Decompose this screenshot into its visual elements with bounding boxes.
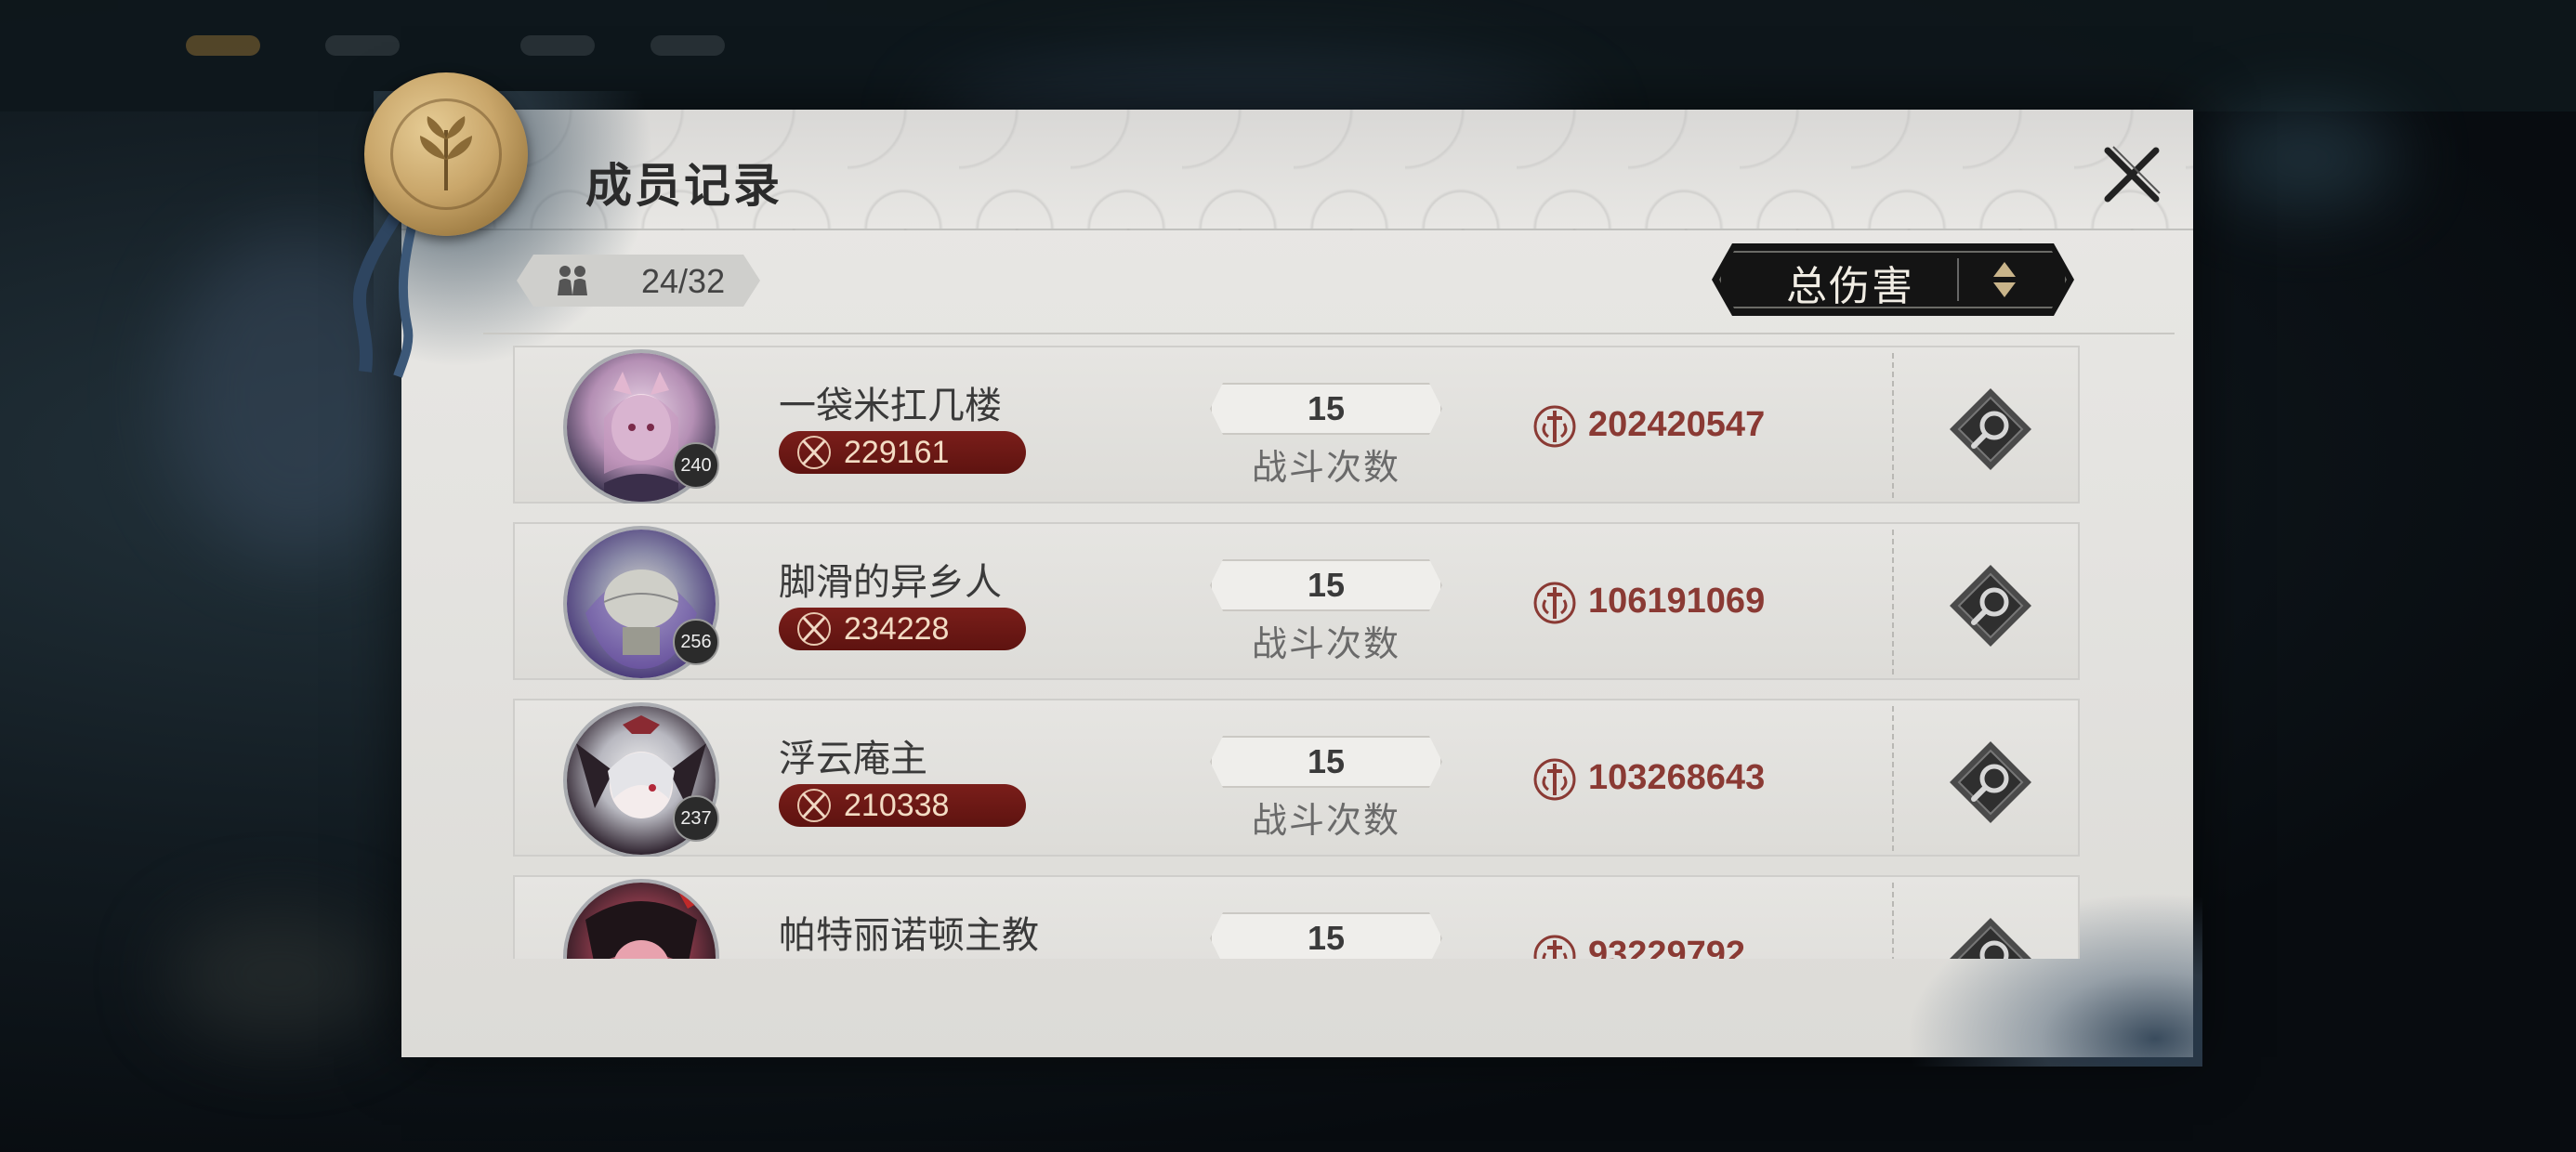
member-name: 脚滑的异乡人 — [779, 561, 1002, 604]
combat-power-value: 229161 — [844, 435, 950, 470]
row-separator — [1892, 706, 1894, 851]
total-damage-value: 103268643 — [1588, 758, 1766, 797]
magnifier-icon[interactable] — [1946, 914, 2035, 959]
sword-emblem-icon — [1533, 405, 1576, 448]
battle-count-label: 战斗次数 — [1251, 447, 1400, 488]
sort-arrows-icon — [1991, 260, 2018, 299]
member-row: 256 脚滑的异乡人 234228 15 战斗次数 106191069 — [513, 522, 2080, 680]
member-count-badge: 24/32 — [517, 255, 760, 307]
combat-power-value: 234228 — [844, 611, 950, 647]
member-count: 24/32 — [641, 262, 726, 300]
total-damage-value: 202420547 — [1588, 405, 1766, 444]
total-damage-value: 106191069 — [1588, 582, 1766, 621]
crossed-swords-icon — [797, 436, 831, 469]
crossed-swords-icon — [797, 789, 831, 822]
member-name: 浮云庵主 — [779, 738, 927, 780]
battle-count: 15 — [1210, 383, 1442, 435]
member-list[interactable]: 240 一袋米扛几楼 229161 15 战斗次数 202420547 256 … — [513, 346, 2080, 959]
battle-count: 15 — [1210, 559, 1442, 611]
combat-power-value: 210338 — [844, 788, 950, 823]
member-row: 帕特丽诺顿主教 15 93229792 — [513, 875, 2080, 959]
level-badge: 237 — [673, 795, 719, 842]
level-badge: 240 — [673, 442, 719, 489]
sword-emblem-icon — [1533, 582, 1576, 624]
avatar[interactable] — [567, 883, 716, 959]
member-name: 一袋米扛几楼 — [779, 385, 1002, 427]
row-separator — [1892, 530, 1894, 674]
sword-emblem-icon — [1533, 935, 1576, 959]
members-icon — [554, 264, 591, 297]
combat-power-badge: 234228 — [779, 608, 1026, 650]
battle-count-label: 战斗次数 — [1251, 800, 1400, 841]
member-row: 237 浮云庵主 210338 15 战斗次数 103268643 — [513, 699, 2080, 857]
sort-label: 总伤害 — [1786, 263, 1914, 310]
total-damage-value: 93229792 — [1588, 935, 1746, 959]
dialog-title: 成员记录 — [585, 158, 782, 213]
close-icon[interactable] — [2095, 137, 2169, 212]
battle-count: 15 — [1210, 912, 1442, 959]
sort-separator — [1957, 258, 1959, 301]
magnifier-icon[interactable] — [1946, 385, 2035, 474]
row-separator — [1892, 353, 1894, 498]
member-row: 240 一袋米扛几楼 229161 15 战斗次数 202420547 — [513, 346, 2080, 504]
magnifier-icon[interactable] — [1946, 561, 2035, 650]
sword-emblem-icon — [1533, 758, 1576, 801]
member-name: 帕特丽诺顿主教 — [779, 914, 1039, 957]
header-divider — [483, 333, 2175, 334]
wax-seal-icon — [364, 72, 528, 236]
battle-count-label: 战斗次数 — [1251, 623, 1400, 664]
battle-count: 15 — [1210, 736, 1442, 788]
combat-power-badge: 229161 — [779, 431, 1026, 474]
combat-power-badge: 210338 — [779, 784, 1026, 827]
sort-dropdown-button[interactable]: 总伤害 — [1712, 243, 2074, 316]
row-separator — [1892, 883, 1894, 959]
crossed-swords-icon — [797, 612, 831, 646]
level-badge: 256 — [673, 619, 719, 665]
magnifier-icon[interactable] — [1946, 738, 2035, 827]
